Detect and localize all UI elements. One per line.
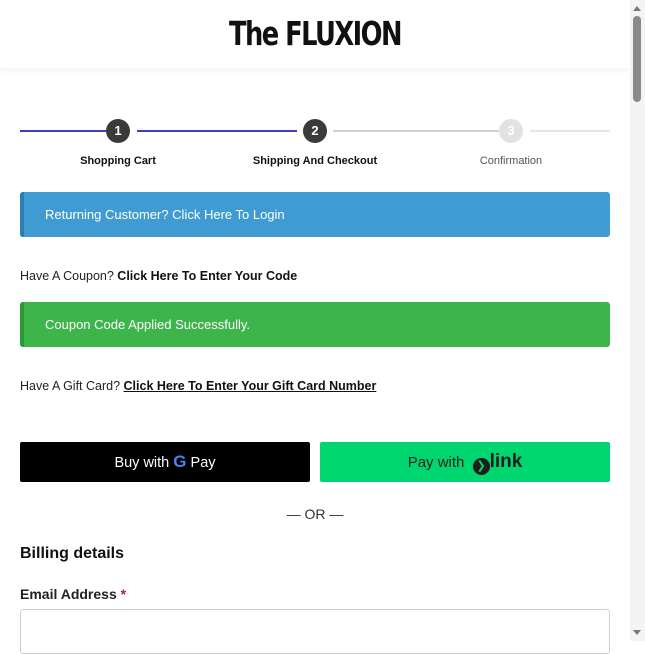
returning-customer-link[interactable]: Returning Customer? Click Here To Login (45, 207, 285, 222)
gift-card-link[interactable]: Click Here To Enter Your Gift Card Numbe… (124, 379, 377, 393)
gpay-brand: Pay (190, 455, 216, 471)
email-label: Email Address * (20, 586, 126, 602)
email-label-text: Email Address (20, 586, 117, 602)
step-connector-done (20, 130, 106, 132)
link-brand: link (489, 451, 523, 472)
link-pay-button[interactable]: Pay with ❯ link (320, 442, 610, 482)
step-2-label: Shipping And Checkout (252, 155, 378, 167)
returning-customer-banner[interactable]: Returning Customer? Click Here To Login (20, 192, 610, 237)
linkpay-prefix: Pay with (407, 454, 469, 471)
step-connector-pending (530, 130, 610, 132)
billing-details-title: Billing details (20, 545, 125, 562)
or-divider: — OR — (286, 506, 344, 522)
page-scrollbar[interactable] (630, 0, 645, 641)
scrollbar-thumb[interactable] (633, 16, 641, 102)
banner-edge (20, 302, 24, 347)
brand-logo[interactable]: The FLUXION (69, 14, 560, 53)
step-3-circle: 3 (499, 119, 523, 143)
gift-card-prompt: Have A Gift Card? Click Here To Enter Yo… (20, 379, 376, 393)
step-3-label: Confirmation (479, 155, 543, 167)
coupon-link[interactable]: Click Here To Enter Your Code (117, 269, 297, 283)
step-connector-done (137, 130, 297, 132)
step-2-circle: 2 (303, 119, 327, 143)
banner-edge (20, 192, 24, 237)
google-pay-button[interactable]: Buy with G Pay (20, 442, 310, 482)
google-g-icon: G (173, 452, 187, 471)
coupon-success-banner: Coupon Code Applied Successfully. (20, 302, 610, 347)
step-1-circle: 1 (106, 119, 130, 143)
checkout-stepper: 1 2 3 Shopping Cart Shipping And Checkou… (20, 117, 610, 173)
email-field[interactable] (20, 609, 610, 654)
site-header: The FLUXION (0, 0, 630, 68)
coupon-prefix: Have A Coupon? (20, 269, 118, 283)
scroll-down-icon[interactable] (633, 630, 641, 635)
coupon-prompt: Have A Coupon? Click Here To Enter Your … (20, 269, 297, 283)
required-marker: * (120, 586, 127, 602)
link-arrow-icon: ❯ (472, 458, 490, 475)
step-connector-pending (333, 130, 499, 132)
coupon-success-message: Coupon Code Applied Successfully. (45, 317, 250, 332)
gift-card-prefix: Have A Gift Card? (20, 379, 124, 393)
step-1-label: Shopping Cart (80, 155, 156, 167)
scroll-up-icon[interactable] (633, 6, 641, 11)
gpay-prefix: Buy with (114, 455, 174, 471)
